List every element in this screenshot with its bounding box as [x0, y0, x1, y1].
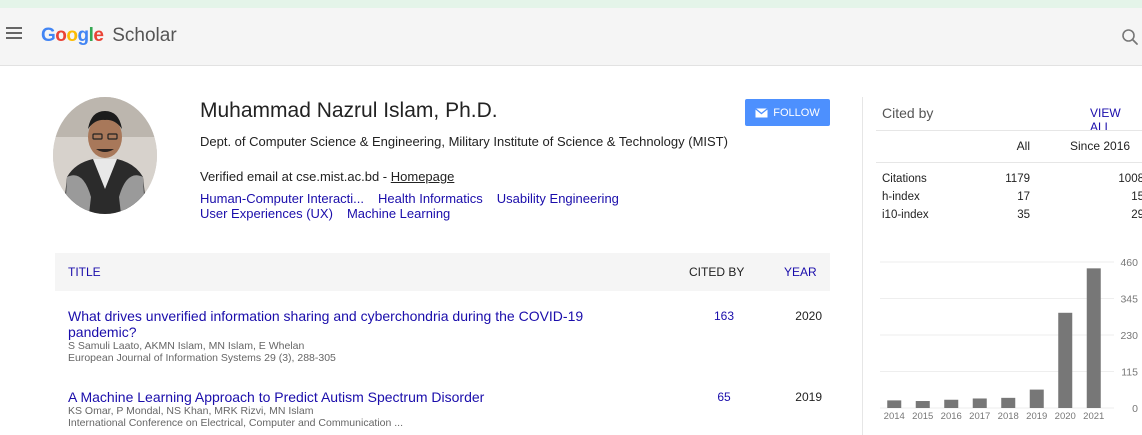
research-interests: Human-Computer Interacti... Health Inform… — [200, 191, 760, 221]
stats-since-value: 29 — [1131, 209, 1142, 221]
article-title-link[interactable]: A Machine Learning Approach to Predict A… — [68, 389, 628, 405]
stats-label: Citations — [882, 173, 927, 185]
stats-since-value: 15 — [1131, 191, 1142, 203]
stats-label: h-index — [882, 191, 920, 203]
article-cited-by-link[interactable]: 65 — [694, 390, 754, 404]
logo-product-name: Scholar — [112, 25, 177, 46]
chart-x-tick-label: 2018 — [998, 411, 1019, 422]
chart-y-tick-label: 460 — [1120, 257, 1138, 269]
chart-bar[interactable] — [1058, 312, 1073, 408]
stats-since-value: 1008 — [1118, 173, 1142, 185]
profile-name: Muhammad Nazrul Islam, Ph.D. — [200, 99, 498, 122]
chart-y-tick-label: 115 — [1121, 367, 1138, 379]
cited-by-title: Cited by — [882, 105, 934, 121]
header: Google Scholar — [0, 8, 1142, 66]
chart-bar[interactable] — [915, 401, 930, 408]
chart-bar[interactable] — [1029, 389, 1044, 408]
stats-row-h-index: h-index 17 15 — [882, 191, 1142, 205]
stats-row-i10-index: i10-index 35 29 — [882, 209, 1142, 223]
profile-photo — [53, 97, 157, 214]
article-cited-by-link[interactable]: 163 — [694, 309, 754, 323]
article-venue: European Journal of Information Systems … — [68, 352, 336, 364]
stats-all-value: 35 — [1017, 209, 1030, 221]
interest-link[interactable]: Usability Engineering — [497, 191, 619, 206]
column-divider — [862, 97, 863, 435]
email-text: Verified email at cse.mist.ac.bd - — [200, 169, 391, 184]
table-row: What drives unverified information shari… — [68, 308, 828, 364]
sort-by-year[interactable]: YEAR — [784, 265, 817, 279]
citations-bar-chart: 460 345 230 115 0 2014 2015 2016 2017 2018 2019 202… — [880, 257, 1138, 422]
chart-x-tick-label: 2021 — [1083, 411, 1104, 422]
stats-col-since: Since 2016 — [1070, 139, 1131, 153]
articles-table-header: TITLE CITED BY YEAR — [55, 253, 830, 291]
stats-label: i10-index — [882, 209, 929, 221]
email-icon — [755, 107, 769, 117]
profile-affiliation: Dept. of Computer Science & Engineering,… — [200, 134, 728, 149]
top-strip — [0, 0, 1142, 8]
stats-all-value: 17 — [1017, 191, 1030, 203]
chart-x-tick-label: 2017 — [969, 411, 990, 422]
chart-bar[interactable] — [1086, 268, 1101, 408]
search-icon[interactable] — [1121, 28, 1139, 46]
google-scholar-logo[interactable]: Google Scholar — [41, 24, 177, 48]
stats-divider — [876, 162, 1142, 163]
chart-x-tick-label: 2015 — [912, 411, 933, 422]
chart-y-tick-label: 0 — [1132, 403, 1138, 415]
chart-y-tick-label: 345 — [1120, 294, 1138, 306]
interest-link[interactable]: Health Informatics — [378, 191, 483, 206]
follow-label: FOLLOW — [773, 106, 820, 119]
cited-by-header: CITED BY — [689, 265, 745, 279]
article-authors: S Samuli Laato, AKMN Islam, MN Islam, E … — [68, 340, 305, 352]
chart-x-tick-label: 2019 — [1026, 411, 1047, 422]
menu-icon[interactable] — [6, 27, 22, 41]
article-year: 2020 — [795, 309, 822, 323]
article-authors: KS Omar, P Mondal, NS Khan, MRK Rizvi, M… — [68, 405, 314, 417]
chart-x-tick-label: 2014 — [884, 411, 905, 422]
chart-bar[interactable] — [1001, 397, 1016, 408]
chart-x-tick-label: 2016 — [941, 411, 962, 422]
chart-bar[interactable] — [944, 399, 959, 408]
table-row: A Machine Learning Approach to Predict A… — [68, 389, 828, 429]
stats-all-value: 1179 — [1005, 173, 1030, 185]
chart-bar[interactable] — [972, 398, 987, 408]
stats-divider — [876, 130, 1142, 131]
article-year: 2019 — [795, 390, 822, 404]
stats-row-citations: Citations 1179 1008 — [882, 173, 1142, 187]
profile-email: Verified email at cse.mist.ac.bd - Homep… — [200, 169, 454, 184]
article-title-link[interactable]: What drives unverified information shari… — [68, 308, 628, 340]
article-venue: International Conference on Electrical, … — [68, 417, 404, 429]
interest-link[interactable]: User Experiences (UX) — [200, 206, 333, 221]
homepage-link[interactable]: Homepage — [391, 169, 455, 184]
interest-link[interactable]: Machine Learning — [347, 206, 450, 221]
follow-button[interactable]: FOLLOW — [745, 99, 830, 126]
interest-link[interactable]: Human-Computer Interacti... — [200, 191, 364, 206]
chart-bar[interactable] — [887, 400, 902, 408]
chart-x-tick-label: 2020 — [1055, 411, 1076, 422]
chart-y-tick-label: 230 — [1120, 330, 1138, 342]
sort-by-title[interactable]: TITLE — [68, 265, 101, 279]
stats-col-all: All — [1016, 139, 1030, 153]
